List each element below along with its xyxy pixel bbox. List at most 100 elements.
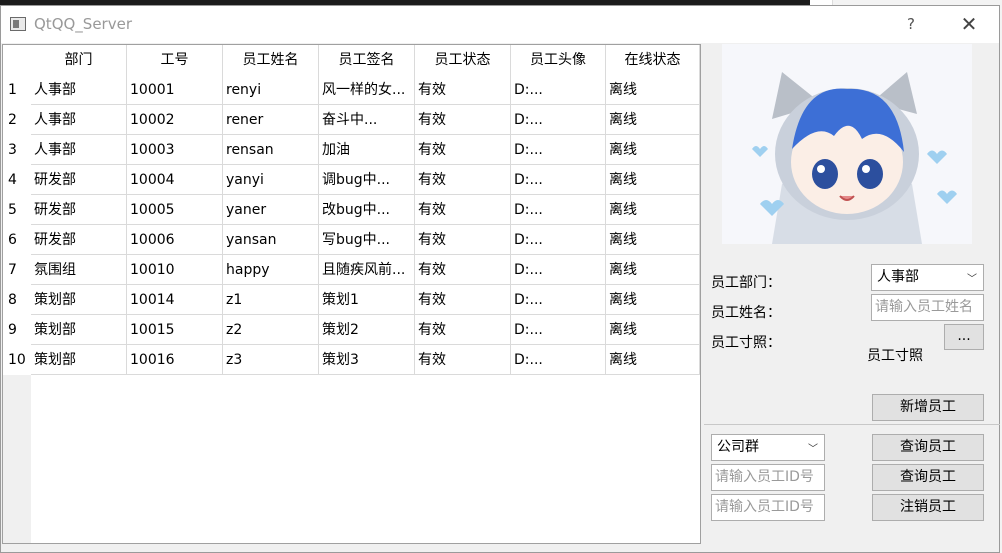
cell-status[interactable]: 有效	[415, 135, 511, 165]
row-number[interactable]: 2	[3, 105, 31, 135]
cell-employee-name[interactable]: happy	[223, 255, 319, 285]
help-button[interactable]: ?	[896, 12, 926, 36]
cell-employee-id[interactable]: 10001	[127, 75, 223, 105]
browse-photo-button[interactable]: ...	[944, 324, 984, 350]
table-row[interactable]: 4 研发部 10004 yanyi 调bug中... 有效 D:... 离线	[3, 165, 700, 195]
column-header-employee-id[interactable]: 工号	[127, 45, 223, 75]
cell-employee-name[interactable]: yaner	[223, 195, 319, 225]
row-number[interactable]: 6	[3, 225, 31, 255]
row-number[interactable]: 9	[3, 315, 31, 345]
cell-avatar-path[interactable]: D:...	[511, 285, 606, 315]
cell-employee-name[interactable]: rener	[223, 105, 319, 135]
cell-status[interactable]: 有效	[415, 105, 511, 135]
cell-online-status[interactable]: 离线	[606, 225, 700, 255]
cell-online-status[interactable]: 离线	[606, 75, 700, 105]
column-header-online-status[interactable]: 在线状态	[606, 45, 700, 75]
cell-avatar-path[interactable]: D:...	[511, 75, 606, 105]
cell-avatar-path[interactable]: D:...	[511, 225, 606, 255]
table-row[interactable]: 1 人事部 10001 renyi 风一样的女... 有效 D:... 离线	[3, 75, 700, 105]
cell-employee-name[interactable]: z1	[223, 285, 319, 315]
cell-avatar-path[interactable]: D:...	[511, 345, 606, 375]
cell-employee-name[interactable]: z3	[223, 345, 319, 375]
cell-signature[interactable]: 奋斗中...	[319, 105, 415, 135]
table-row[interactable]: 7 氛围组 10010 happy 且随疾风前... 有效 D:... 离线	[3, 255, 700, 285]
cell-avatar-path[interactable]: D:...	[511, 315, 606, 345]
column-header-department[interactable]: 部门	[31, 45, 127, 75]
row-number[interactable]: 4	[3, 165, 31, 195]
add-employee-button[interactable]: 新增员工	[872, 394, 984, 421]
employee-id-input[interactable]: 请输入员工ID号	[711, 464, 825, 491]
cell-online-status[interactable]: 离线	[606, 165, 700, 195]
cell-signature[interactable]: 改bug中...	[319, 195, 415, 225]
cell-avatar-path[interactable]: D:...	[511, 165, 606, 195]
query-employee-by-id-button[interactable]: 查询员工	[872, 464, 984, 491]
group-combobox[interactable]: 公司群 ﹀	[711, 434, 825, 461]
column-header-signature[interactable]: 员工签名	[319, 45, 415, 75]
cell-department[interactable]: 人事部	[31, 135, 127, 165]
cell-department[interactable]: 研发部	[31, 225, 127, 255]
cell-employee-id[interactable]: 10002	[127, 105, 223, 135]
cell-employee-id[interactable]: 10014	[127, 285, 223, 315]
cell-online-status[interactable]: 离线	[606, 195, 700, 225]
table-row[interactable]: 9 策划部 10015 z2 策划2 有效 D:... 离线	[3, 315, 700, 345]
cell-online-status[interactable]: 离线	[606, 315, 700, 345]
column-header-employee-name[interactable]: 员工姓名	[223, 45, 319, 75]
cell-signature[interactable]: 策划1	[319, 285, 415, 315]
column-header-status[interactable]: 员工状态	[415, 45, 511, 75]
cell-department[interactable]: 人事部	[31, 75, 127, 105]
cell-employee-name[interactable]: renyi	[223, 75, 319, 105]
title-bar[interactable]: QtQQ_Server ? ✕	[1, 6, 999, 43]
cell-online-status[interactable]: 离线	[606, 255, 700, 285]
logout-employee-button[interactable]: 注销员工	[872, 494, 984, 521]
employee-table[interactable]: 部门 工号 员工姓名 员工签名 员工状态 员工头像 在线状态 1 人事部 10001…	[2, 44, 701, 544]
cell-department[interactable]: 策划部	[31, 315, 127, 345]
row-number[interactable]: 10	[3, 345, 31, 375]
table-row[interactable]: 8 策划部 10014 z1 策划1 有效 D:... 离线	[3, 285, 700, 315]
row-number[interactable]: 1	[3, 75, 31, 105]
cell-employee-id[interactable]: 10006	[127, 225, 223, 255]
close-button[interactable]: ✕	[951, 10, 987, 38]
cell-status[interactable]: 有效	[415, 195, 511, 225]
table-corner[interactable]	[3, 45, 31, 75]
cell-department[interactable]: 氛围组	[31, 255, 127, 285]
table-row[interactable]: 5 研发部 10005 yaner 改bug中... 有效 D:... 离线	[3, 195, 700, 225]
cell-avatar-path[interactable]: D:...	[511, 255, 606, 285]
cell-online-status[interactable]: 离线	[606, 285, 700, 315]
cell-employee-id[interactable]: 10005	[127, 195, 223, 225]
table-row[interactable]: 6 研发部 10006 yansan 写bug中... 有效 D:... 离线	[3, 225, 700, 255]
cell-status[interactable]: 有效	[415, 255, 511, 285]
table-row[interactable]: 2 人事部 10002 rener 奋斗中... 有效 D:... 离线	[3, 105, 700, 135]
cell-avatar-path[interactable]: D:...	[511, 135, 606, 165]
cell-employee-name[interactable]: yansan	[223, 225, 319, 255]
cell-online-status[interactable]: 离线	[606, 135, 700, 165]
department-combobox[interactable]: 人事部 ﹀	[871, 264, 984, 291]
cell-online-status[interactable]: 离线	[606, 345, 700, 375]
cell-status[interactable]: 有效	[415, 345, 511, 375]
cell-status[interactable]: 有效	[415, 315, 511, 345]
cell-online-status[interactable]: 离线	[606, 105, 700, 135]
cell-employee-id[interactable]: 10016	[127, 345, 223, 375]
cell-employee-id[interactable]: 10010	[127, 255, 223, 285]
cell-status[interactable]: 有效	[415, 165, 511, 195]
row-number[interactable]: 8	[3, 285, 31, 315]
cell-employee-id[interactable]: 10003	[127, 135, 223, 165]
logout-employee-id-input[interactable]: 请输入员工ID号	[711, 494, 825, 521]
cell-department[interactable]: 策划部	[31, 345, 127, 375]
cell-signature[interactable]: 写bug中...	[319, 225, 415, 255]
cell-avatar-path[interactable]: D:...	[511, 105, 606, 135]
employee-name-input[interactable]: 请输入员工姓名	[871, 294, 984, 321]
cell-status[interactable]: 有效	[415, 75, 511, 105]
table-row[interactable]: 10 策划部 10016 z3 策划3 有效 D:... 离线	[3, 345, 700, 375]
cell-employee-id[interactable]: 10004	[127, 165, 223, 195]
cell-employee-name[interactable]: z2	[223, 315, 319, 345]
cell-employee-name[interactable]: yanyi	[223, 165, 319, 195]
cell-employee-id[interactable]: 10015	[127, 315, 223, 345]
cell-signature[interactable]: 策划2	[319, 315, 415, 345]
cell-status[interactable]: 有效	[415, 285, 511, 315]
row-number[interactable]: 3	[3, 135, 31, 165]
query-employee-button[interactable]: 查询员工	[872, 434, 984, 461]
column-header-avatar[interactable]: 员工头像	[511, 45, 606, 75]
cell-department[interactable]: 人事部	[31, 105, 127, 135]
cell-signature[interactable]: 调bug中...	[319, 165, 415, 195]
cell-employee-name[interactable]: rensan	[223, 135, 319, 165]
